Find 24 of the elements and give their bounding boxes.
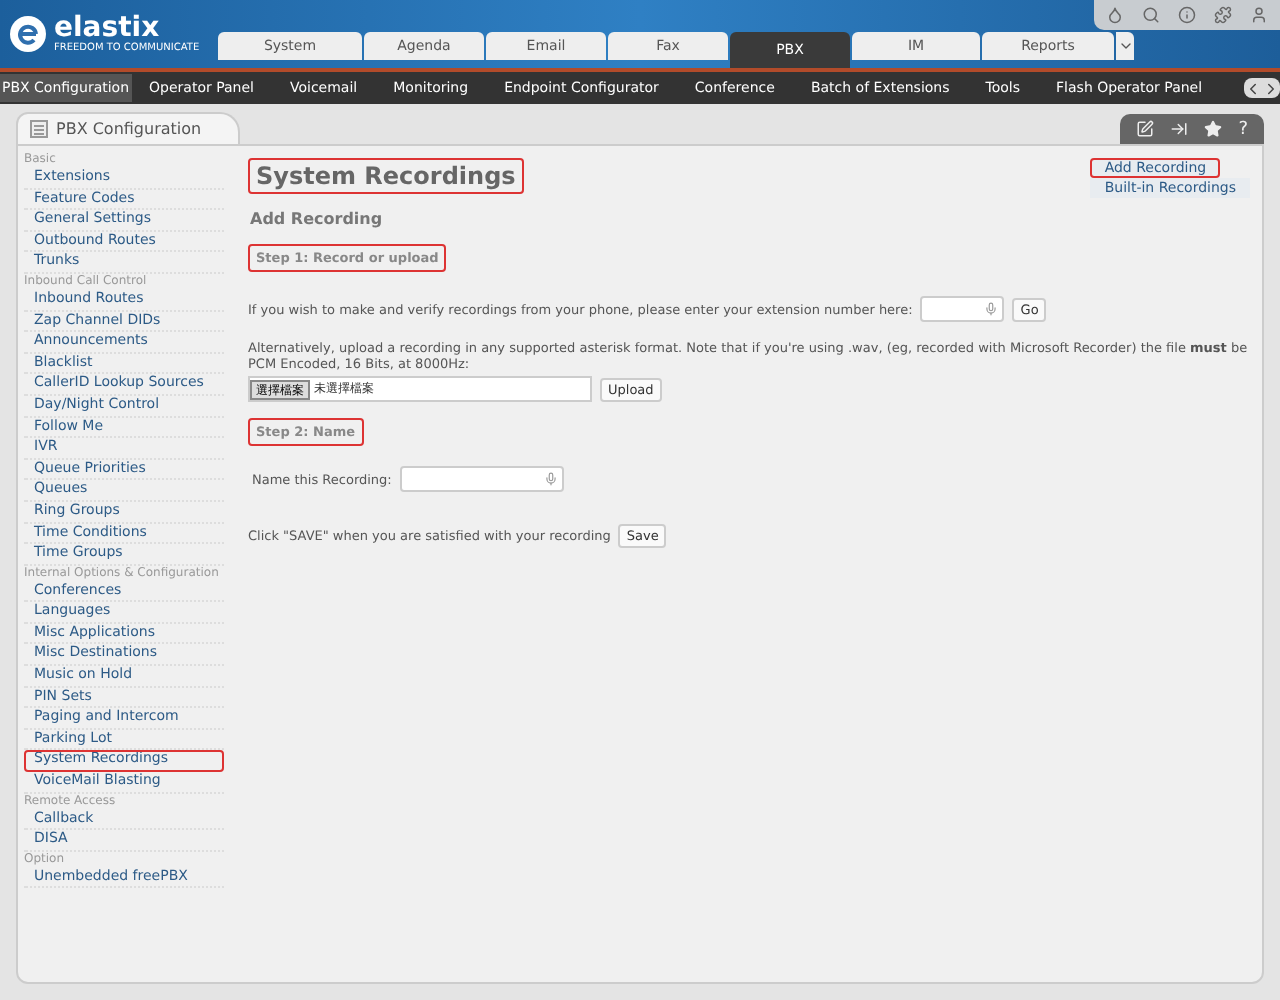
name-field[interactable] (399, 466, 564, 492)
scroll-left-icon[interactable] (1244, 79, 1262, 97)
panel-tab[interactable]: PBX Configuration (16, 112, 240, 144)
puzzle-icon[interactable] (1214, 6, 1232, 24)
info-icon[interactable] (1178, 6, 1196, 24)
arrow-to-line-icon[interactable] (1170, 120, 1189, 138)
droplet-icon[interactable] (1106, 6, 1124, 24)
search-icon[interactable] (1142, 6, 1160, 24)
section-title: Add Recording (250, 210, 385, 228)
help-icon[interactable]: ? (1238, 119, 1248, 139)
logo-icon (8, 14, 48, 54)
document-icon (30, 120, 48, 138)
panel-title: PBX Configuration (56, 120, 202, 138)
logo-text: elastix (54, 14, 160, 42)
page-title: System Recordings (248, 158, 524, 194)
extension-field[interactable] (920, 296, 1005, 322)
edit-icon[interactable] (1136, 120, 1155, 138)
user-icon[interactable] (1250, 6, 1268, 24)
star-icon[interactable] (1204, 120, 1223, 138)
microphone-icon (984, 302, 999, 316)
chevron-down-icon (1117, 38, 1133, 54)
scroll-right-icon[interactable] (1262, 79, 1280, 97)
microphone-icon (543, 472, 558, 486)
more-tabs-button[interactable] (1116, 32, 1134, 60)
